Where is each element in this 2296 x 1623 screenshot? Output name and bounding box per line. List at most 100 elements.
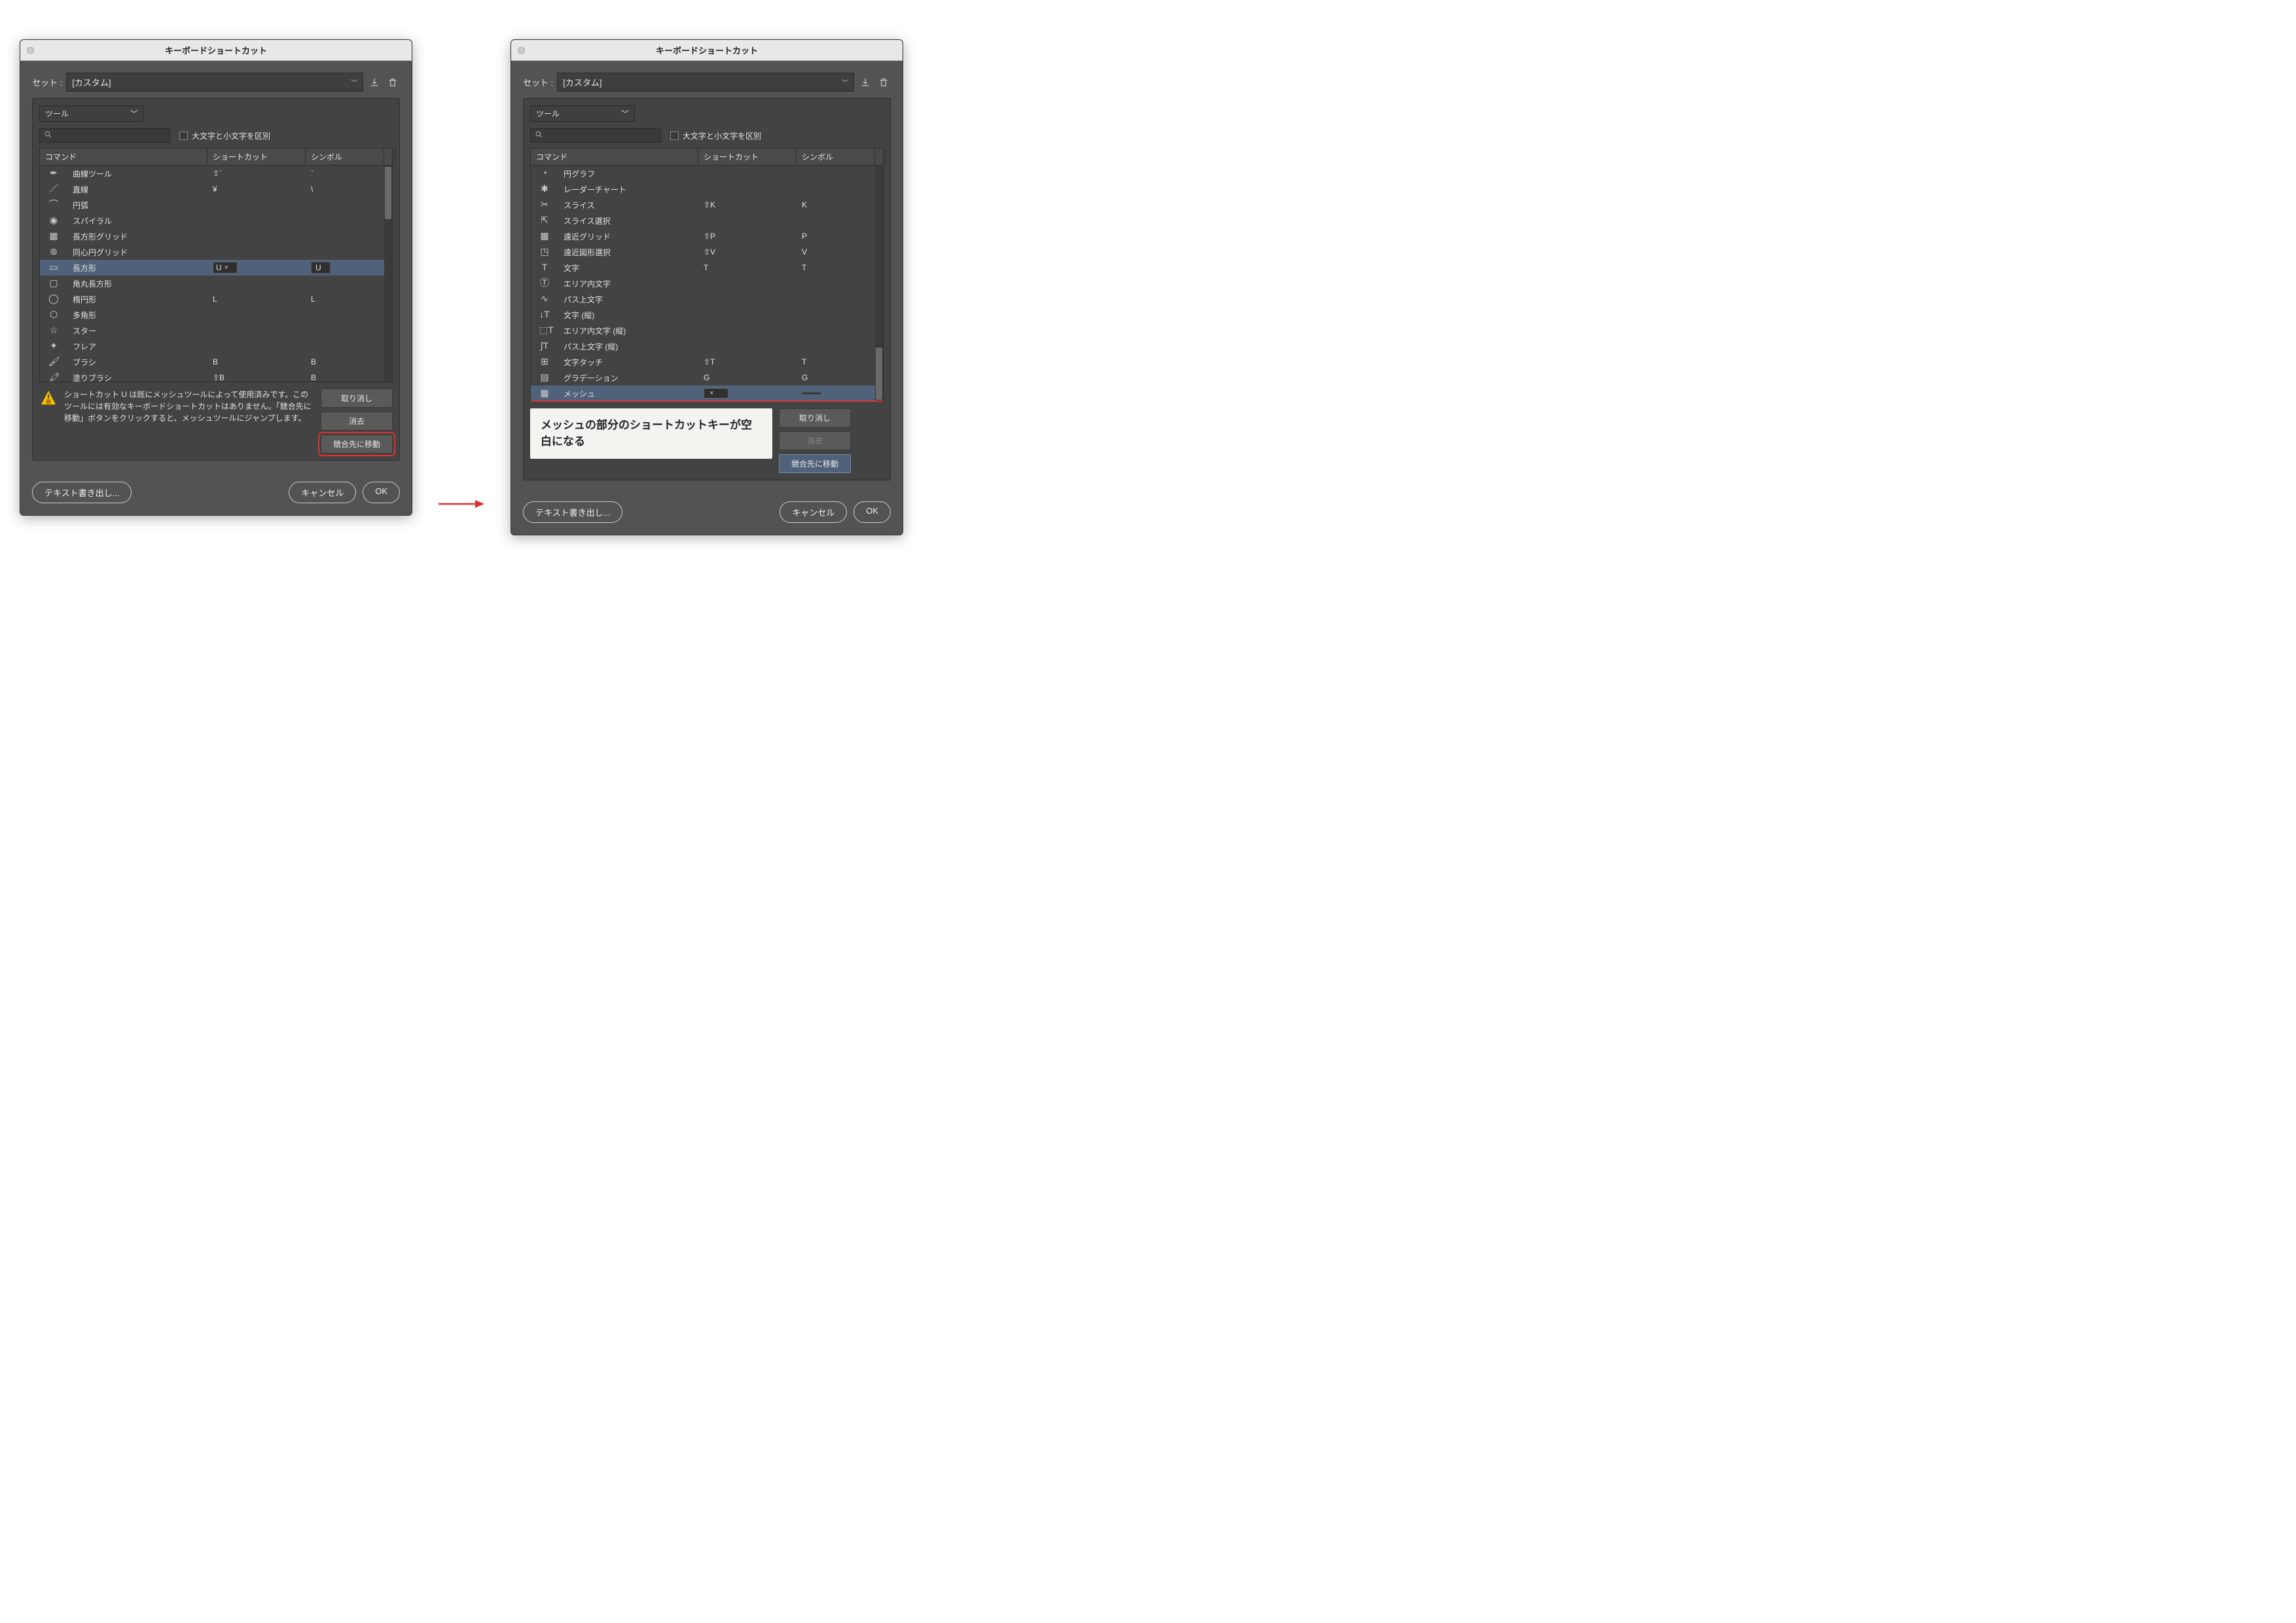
scrollbar[interactable] xyxy=(384,166,392,382)
shortcut-cell[interactable] xyxy=(698,276,797,291)
set-select[interactable]: [カスタム] ﹀ xyxy=(557,73,854,92)
table-row[interactable]: 🖍塗りブラシ⇧BB xyxy=(40,370,392,382)
shortcut-cell[interactable] xyxy=(207,338,306,354)
shortcut-cell[interactable]: U× xyxy=(207,260,306,276)
table-row[interactable]: ◔円グラフ xyxy=(531,166,883,181)
shortcut-cell[interactable]: ⇧` xyxy=(207,166,306,181)
category-select[interactable]: ツール ﹀ xyxy=(530,105,635,122)
shortcut-cell[interactable] xyxy=(698,181,797,197)
scroll-thumb[interactable] xyxy=(385,167,391,219)
goto-conflict-button[interactable]: 競合先に移動 xyxy=(321,435,393,454)
shortcut-cell[interactable]: ⇧K xyxy=(698,197,797,213)
shortcut-cell[interactable] xyxy=(698,166,797,181)
table-row[interactable]: ▩遠近グリッド⇧PP xyxy=(531,228,883,244)
table-row[interactable]: ◯楕円形LL xyxy=(40,291,392,307)
table-body[interactable]: ◔円グラフ✱レーダーチャート✂スライス⇧KK⇱スライス選択▩遠近グリッド⇧PP◳… xyxy=(531,166,883,401)
table-row[interactable]: ▦長方形グリッド xyxy=(40,228,392,244)
table-row[interactable]: ⇱スライス選択 xyxy=(531,213,883,228)
search-input-wrap[interactable] xyxy=(530,128,661,143)
undo-button[interactable]: 取り消し xyxy=(779,408,851,427)
table-row[interactable]: ⌒円弧 xyxy=(40,197,392,213)
table-row[interactable]: T文字TT xyxy=(531,260,883,276)
shortcut-cell[interactable]: G xyxy=(698,370,797,385)
category-select[interactable]: ツール ﹀ xyxy=(39,105,144,122)
table-row[interactable]: ⬚Tエリア内文字 (縦) xyxy=(531,323,883,338)
shortcut-cell[interactable] xyxy=(698,291,797,307)
table-row[interactable]: ◳遠近図形選択⇧VV xyxy=(531,244,883,260)
shortcut-input[interactable]: U× xyxy=(213,262,238,274)
scrollbar[interactable] xyxy=(875,166,883,401)
table-row[interactable]: ⊛同心円グリッド xyxy=(40,244,392,260)
shortcut-cell[interactable] xyxy=(698,307,797,323)
shortcut-cell[interactable] xyxy=(207,323,306,338)
table-row[interactable]: 🖌ブラシBB xyxy=(40,354,392,370)
trash-icon[interactable] xyxy=(386,75,400,90)
set-select[interactable]: [カスタム] ﹀ xyxy=(66,73,363,92)
shortcut-cell[interactable] xyxy=(698,323,797,338)
shortcut-cell[interactable] xyxy=(207,307,306,323)
clear-button[interactable]: 消去 xyxy=(321,412,393,431)
export-button[interactable]: テキスト書き出し... xyxy=(32,482,132,503)
shortcut-cell[interactable]: B xyxy=(207,354,306,370)
table-row[interactable]: ／直線¥\ xyxy=(40,181,392,197)
shortcut-cell[interactable]: ¥ xyxy=(207,181,306,197)
shortcut-cell[interactable]: × xyxy=(698,385,797,401)
table-row[interactable]: ✦フレア xyxy=(40,338,392,354)
ok-button[interactable]: OK xyxy=(853,501,891,523)
shortcut-cell[interactable] xyxy=(698,213,797,228)
table-row[interactable]: ◉スパイラル xyxy=(40,213,392,228)
scroll-thumb[interactable] xyxy=(876,348,882,400)
save-icon[interactable] xyxy=(367,75,382,90)
table-row[interactable]: ∿パス上文字 xyxy=(531,291,883,307)
goto-conflict-button[interactable]: 競合先に移動 xyxy=(779,454,851,473)
table-row[interactable]: ∫Tパス上文字 (縦) xyxy=(531,338,883,354)
table-row[interactable]: ✂スライス⇧KK xyxy=(531,197,883,213)
shortcut-input[interactable]: × xyxy=(704,388,728,399)
table-row[interactable]: ✱レーダーチャート xyxy=(531,181,883,197)
window-close-dot[interactable] xyxy=(27,46,34,54)
shortcut-cell[interactable]: ⇧B xyxy=(207,370,306,382)
shortcut-cell[interactable] xyxy=(207,213,306,228)
clear-button[interactable]: 消去 xyxy=(779,431,851,450)
cancel-button[interactable]: キャンセル xyxy=(780,501,847,523)
case-checkbox[interactable]: 大文字と小文字を区別 xyxy=(179,130,270,141)
table-row[interactable]: ↓T文字 (縦) xyxy=(531,307,883,323)
shortcut-cell[interactable] xyxy=(207,197,306,213)
trash-icon[interactable] xyxy=(876,75,891,90)
table-row[interactable]: Ⓣエリア内文字 xyxy=(531,276,883,291)
table-row[interactable]: ▤グラデーションGG xyxy=(531,370,883,385)
sliceselect-icon: ⇱ xyxy=(531,213,558,228)
shortcut-cell[interactable] xyxy=(207,244,306,260)
symbol-cell xyxy=(797,291,875,307)
shortcut-cell[interactable]: ⇧P xyxy=(698,228,797,244)
table-row[interactable]: ⊞文字タッチ⇧TT xyxy=(531,354,883,370)
undo-button[interactable]: 取り消し xyxy=(321,389,393,408)
ok-button[interactable]: OK xyxy=(363,482,400,503)
search-input[interactable] xyxy=(546,131,656,140)
table-row[interactable]: ⬡多角形 xyxy=(40,307,392,323)
save-icon[interactable] xyxy=(858,75,872,90)
table-row[interactable]: ☆スター xyxy=(40,323,392,338)
polargrid-icon: ⊛ xyxy=(40,244,67,260)
search-input-wrap[interactable] xyxy=(39,128,170,143)
table-row[interactable]: ▭長方形U×U xyxy=(40,260,392,276)
checkbox-box xyxy=(179,132,188,140)
table-row[interactable]: ▦メッシュ× xyxy=(531,385,883,401)
table-row[interactable]: ▢角丸長方形 xyxy=(40,276,392,291)
case-checkbox[interactable]: 大文字と小文字を区別 xyxy=(670,130,761,141)
clear-shortcut-icon[interactable]: × xyxy=(224,264,228,272)
table-row[interactable]: ✒曲線ツール⇧`` xyxy=(40,166,392,181)
window-close-dot[interactable] xyxy=(518,46,525,54)
table-body[interactable]: ✒曲線ツール⇧``／直線¥\⌒円弧◉スパイラル▦長方形グリッド⊛同心円グリッド▭… xyxy=(40,166,392,382)
shortcut-cell[interactable] xyxy=(698,338,797,354)
shortcut-cell[interactable]: ⇧V xyxy=(698,244,797,260)
shortcut-cell[interactable]: L xyxy=(207,291,306,307)
shortcut-cell[interactable]: T xyxy=(698,260,797,276)
shortcut-cell[interactable] xyxy=(207,276,306,291)
search-input[interactable] xyxy=(55,131,166,140)
export-button[interactable]: テキスト書き出し... xyxy=(523,501,622,523)
clear-shortcut-icon[interactable]: × xyxy=(709,389,713,397)
cancel-button[interactable]: キャンセル xyxy=(289,482,356,503)
shortcut-cell[interactable]: ⇧T xyxy=(698,354,797,370)
shortcut-cell[interactable] xyxy=(207,228,306,244)
